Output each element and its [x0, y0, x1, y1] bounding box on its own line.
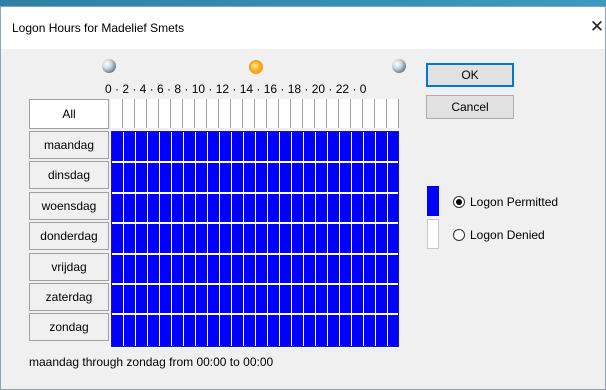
hour-column-button[interactable] — [231, 99, 243, 128]
radio-checked-icon[interactable] — [453, 196, 465, 208]
hour-column-button[interactable] — [387, 99, 399, 128]
ok-button[interactable]: OK — [426, 63, 514, 87]
hour-column-button[interactable] — [207, 99, 219, 128]
hour-column-button[interactable] — [375, 99, 387, 128]
hour-column-button[interactable] — [159, 99, 171, 128]
hour-column-button[interactable] — [279, 99, 291, 128]
hour-column-button[interactable] — [219, 99, 231, 128]
grid-day-divider — [112, 161, 398, 164]
hour-column-button[interactable] — [195, 99, 207, 128]
hour-column-button[interactable] — [147, 99, 159, 128]
hour-column-button[interactable] — [291, 99, 303, 128]
logon-permitted-radio[interactable]: Logon Permitted — [453, 195, 558, 209]
hour-column-button[interactable] — [327, 99, 339, 128]
permitted-color-swatch — [427, 186, 439, 216]
day-row-button[interactable]: vrijdag — [29, 252, 109, 281]
hour-column-button[interactable] — [315, 99, 327, 128]
grid-day-divider — [112, 313, 398, 316]
close-icon[interactable]: ✕ — [589, 17, 605, 37]
day-row-button[interactable]: zaterdag — [29, 283, 109, 311]
cancel-button[interactable]: Cancel — [426, 95, 514, 119]
hour-column-button[interactable] — [351, 99, 363, 128]
day-row-button[interactable]: woensdag — [29, 191, 109, 220]
grid-day-divider — [112, 252, 398, 255]
hour-column-button[interactable] — [111, 99, 123, 128]
select-all-button[interactable]: All — [29, 99, 109, 129]
day-row-button[interactable]: donderdag — [29, 222, 109, 251]
window-title: Logon Hours for Madelief Smets — [12, 21, 185, 35]
grid-day-divider — [112, 283, 398, 285]
hour-column-button[interactable] — [339, 99, 351, 128]
moon-icon — [102, 59, 116, 73]
hour-column-headers — [111, 99, 403, 129]
hour-ruler-labels: 0 · 2 · 4 · 6 · 8 · 10 · 12 · 14 · 16 · … — [105, 82, 367, 96]
logon-hours-dialog: Logon Hours for Madelief Smets ✕ 0 · 2 ·… — [0, 6, 606, 390]
selection-status-text: maandag through zondag from 00:00 to 00:… — [29, 355, 274, 369]
hour-column-button[interactable] — [243, 99, 255, 128]
hour-column-button[interactable] — [123, 99, 135, 128]
grid-day-divider — [112, 191, 398, 194]
denied-color-swatch — [427, 219, 439, 249]
grid-day-divider — [112, 222, 398, 225]
hour-column-button[interactable] — [183, 99, 195, 128]
hour-column-button[interactable] — [171, 99, 183, 128]
title-bar: Logon Hours for Madelief Smets ✕ — [1, 7, 605, 49]
day-row-button[interactable]: maandag — [29, 131, 109, 159]
hour-column-button[interactable] — [303, 99, 315, 128]
day-row-button[interactable]: zondag — [29, 313, 109, 342]
hour-column-button[interactable] — [255, 99, 267, 128]
logon-denied-radio[interactable]: Logon Denied — [453, 228, 545, 242]
hour-column-button[interactable] — [135, 99, 147, 128]
day-row-button[interactable]: dinsdag — [29, 161, 109, 190]
logon-denied-label: Logon Denied — [470, 228, 545, 242]
hour-column-button[interactable] — [267, 99, 279, 128]
logon-permitted-label: Logon Permitted — [470, 195, 559, 209]
hour-column-button[interactable] — [363, 99, 375, 128]
sun-icon — [251, 62, 261, 72]
moon-icon — [392, 59, 406, 73]
logon-hours-grid[interactable] — [111, 131, 399, 347]
radio-unchecked-icon[interactable] — [453, 229, 465, 241]
